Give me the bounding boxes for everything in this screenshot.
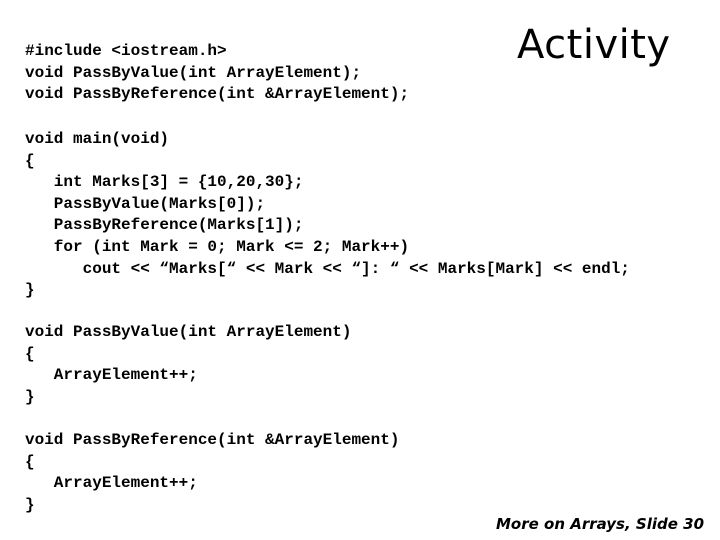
code-line: } xyxy=(25,495,35,514)
code-line: PassByReference(Marks[1]); xyxy=(25,216,304,235)
code-line: } xyxy=(25,281,35,300)
code-line: void main(void) xyxy=(25,130,170,148)
code-line: ArrayElement++; xyxy=(25,474,198,493)
code-block-declarations: #include <iostream.h> void PassByValue(in… xyxy=(25,41,409,106)
code-line: void PassByValue(int ArrayElement); xyxy=(25,63,362,82)
code-line: void PassByReference(int &ArrayElement) xyxy=(25,431,400,449)
code-block-pass-by-reference: void PassByReference(int &ArrayElement) {… xyxy=(25,430,399,516)
code-line: int Marks[3] = {10,20,30}; xyxy=(25,173,304,192)
code-line: { xyxy=(25,452,35,471)
slide-footer: More on Arrays, Slide 30 xyxy=(495,515,704,533)
code-line: void PassByValue(int ArrayElement) xyxy=(25,323,352,341)
code-line: { xyxy=(25,151,35,170)
code-line: { xyxy=(25,344,35,363)
code-line: ArrayElement++; xyxy=(25,366,198,385)
code-block-main: void main(void) { int Marks[3] = {10,20,3… xyxy=(25,129,630,302)
code-line: PassByValue(Marks[0]); xyxy=(25,194,266,213)
slide-title: Activity xyxy=(517,22,671,68)
code-line: #include <iostream.h> xyxy=(25,42,227,60)
code-block-pass-by-value: void PassByValue(int ArrayElement) { Arra… xyxy=(25,322,351,408)
code-line: void PassByReference(int &ArrayElement); xyxy=(25,85,410,104)
code-line: for (int Mark = 0; Mark <= 2; Mark++) xyxy=(25,237,410,256)
code-line: cout << “Marks[“ << Mark << “]: “ << Mar… xyxy=(25,259,630,278)
code-line: } xyxy=(25,387,35,406)
